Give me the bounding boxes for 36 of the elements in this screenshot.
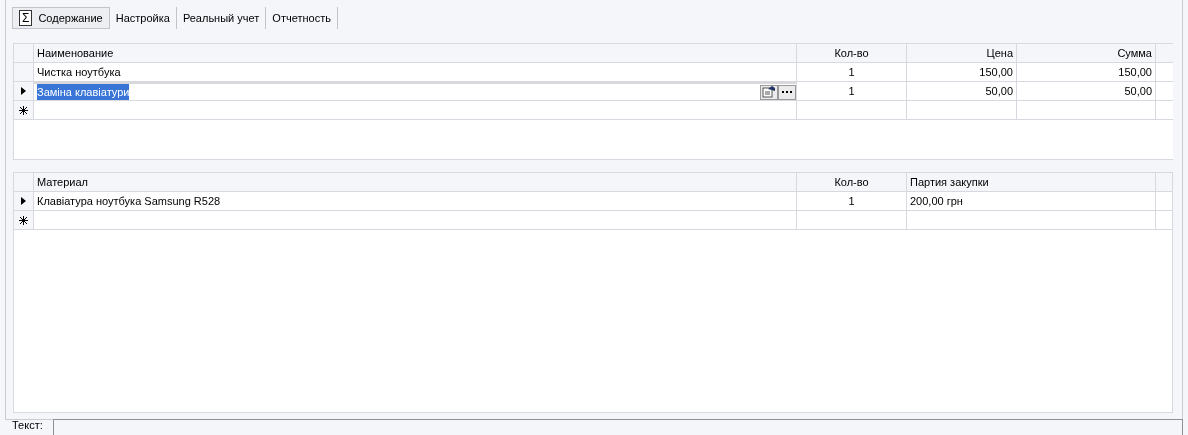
- field-label: Текст:: [12, 419, 43, 432]
- table-cell: 200,00 грн: [907, 192, 1156, 210]
- current-row-icon: [21, 197, 26, 205]
- table-cell: 1: [797, 82, 907, 100]
- table-cell: Чистка ноутбука: [34, 63, 797, 81]
- form-icon: [762, 86, 776, 98]
- column-header[interactable]: Сумма: [1017, 44, 1156, 62]
- table-cell: 50,00: [1017, 82, 1156, 100]
- column-header[interactable]: Цена: [907, 44, 1017, 62]
- text-field[interactable]: [52, 419, 1183, 435]
- lookup-button[interactable]: [760, 84, 778, 100]
- new-row-icon: [19, 105, 28, 115]
- row-header[interactable]: [14, 82, 34, 100]
- tab[interactable]: Реальный учет: [176, 7, 267, 29]
- row-header[interactable]: [14, 211, 34, 229]
- tab[interactable]: Σ Содержание: [12, 7, 110, 29]
- table-cell: 50,00: [907, 82, 1017, 100]
- column-header[interactable]: Материал: [34, 173, 797, 191]
- column-header[interactable]: Партия закупки: [907, 173, 1156, 191]
- new-row-icon: [19, 215, 28, 225]
- current-row-icon: [21, 87, 26, 95]
- table-cell: Клавіатура ноутбука Samsung R528: [34, 192, 797, 210]
- table-cell: 1: [797, 192, 907, 210]
- column-header[interactable]: Кол-во: [797, 44, 907, 62]
- selected-text: Заміна клавіатури: [37, 83, 130, 101]
- sigma-icon: Σ: [19, 10, 33, 26]
- row-header[interactable]: [14, 101, 34, 119]
- tab[interactable]: Отчетность: [266, 7, 338, 29]
- column-header[interactable]: Кол-во: [797, 173, 907, 191]
- tab[interactable]: Настройка: [109, 7, 177, 29]
- table-cell: 1: [797, 63, 907, 81]
- ellipsis-button[interactable]: [778, 84, 796, 100]
- row-header[interactable]: [14, 192, 34, 210]
- column-header[interactable]: Наименование: [34, 44, 797, 62]
- table-cell: 150,00: [907, 63, 1017, 81]
- table-cell: 150,00: [1017, 63, 1156, 81]
